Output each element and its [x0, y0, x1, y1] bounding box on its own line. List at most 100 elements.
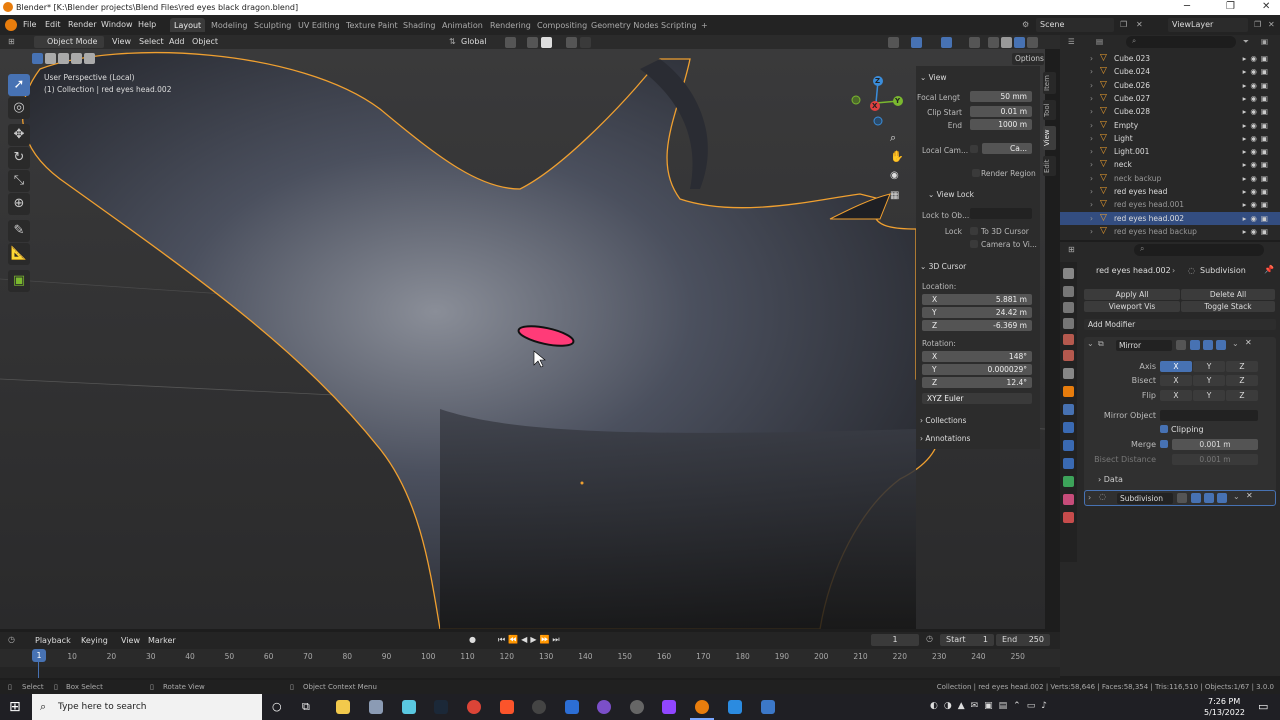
3d-cursor-header[interactable]: ⌄ 3D Cursor	[920, 262, 966, 271]
camera-to-view-checkbox[interactable]	[970, 240, 978, 248]
expand-arrow-icon[interactable]: ›	[1090, 132, 1093, 145]
tab-tool[interactable]: Tool	[1043, 100, 1056, 120]
transform-tool-icon[interactable]: ⊕	[8, 193, 30, 215]
mirror-object-field[interactable]	[1160, 410, 1258, 421]
sub-cage-toggle-icon[interactable]	[1191, 493, 1201, 503]
viewport-vis-button[interactable]: Viewport Vis	[1084, 301, 1180, 312]
expand-arrow-icon[interactable]: ›	[1090, 52, 1093, 65]
scene-properties-icon[interactable]	[1063, 334, 1074, 345]
outliner-row[interactable]: › ▽ Light ▸◉▣	[1060, 132, 1280, 145]
tab-layout[interactable]: Layout	[170, 18, 206, 32]
move-tool-icon[interactable]: ✥	[8, 124, 30, 146]
add-workspace-button[interactable]: +	[697, 18, 712, 32]
add-modifier-dropdown[interactable]: Add Modifier	[1084, 319, 1276, 330]
scale-tool-icon[interactable]: ⤡	[8, 170, 30, 192]
snap-target-icon[interactable]	[541, 37, 552, 48]
lock-3d-cursor-checkbox[interactable]	[970, 227, 978, 235]
filter-icon[interactable]: ⏷	[1243, 37, 1249, 47]
merge-checkbox[interactable]	[1160, 440, 1168, 448]
keying-menu[interactable]: Keying	[81, 636, 108, 645]
tab-animation[interactable]: Animation	[438, 18, 487, 32]
delete-scene-icon[interactable]: ✕	[1136, 20, 1143, 29]
new-scene-icon[interactable]: ❐	[1120, 20, 1127, 29]
data-properties-icon[interactable]	[1063, 476, 1074, 487]
bisect-x-toggle[interactable]: X	[1160, 375, 1192, 386]
outliner-row[interactable]: › ▽ red eyes head ▸◉▣	[1060, 185, 1280, 198]
expand-arrow-icon[interactable]: ›	[1090, 145, 1093, 158]
preview-range-icon[interactable]: ◷	[926, 634, 933, 643]
task-view-icon[interactable]: ⧉	[302, 700, 310, 714]
visibility-toggle-icons[interactable]: ▸◉▣	[1243, 79, 1272, 92]
outliner-row[interactable]: › ▽ Cube.028 ▸◉▣	[1060, 105, 1280, 118]
output-properties-icon[interactable]	[1063, 302, 1074, 313]
toggle-stack-button[interactable]: Toggle Stack	[1181, 301, 1275, 312]
add-cube-tool-icon[interactable]: ▣	[8, 270, 30, 292]
select-invert-icon[interactable]	[71, 53, 82, 64]
tab-uv-editing[interactable]: UV Editing	[294, 18, 344, 32]
axis-z-toggle[interactable]: Z	[1226, 361, 1258, 372]
visibility-toggle-icons[interactable]: ▸◉▣	[1243, 158, 1272, 171]
apply-all-button[interactable]: Apply All	[1084, 289, 1180, 300]
menu-file[interactable]: File	[23, 20, 36, 29]
tab-item[interactable]: Item	[1043, 72, 1056, 94]
outliner-row[interactable]: › ▽ Empty ▸◉▣	[1060, 119, 1280, 132]
clip-end-field[interactable]: 1000 m	[970, 119, 1032, 130]
view-layer-properties-icon[interactable]	[1063, 318, 1074, 329]
marker-menu[interactable]: Marker	[148, 636, 176, 645]
expand-arrow-icon[interactable]: ›	[1090, 105, 1093, 118]
annotations-header[interactable]: › Annotations	[920, 434, 970, 443]
transform-orientation-selector[interactable]: Global	[461, 37, 487, 46]
tool-properties-icon[interactable]	[1063, 268, 1074, 279]
tab-sculpting[interactable]: Sculpting	[250, 18, 295, 32]
cursor-location-x[interactable]: X 5.881 m	[922, 294, 1032, 305]
properties-search-input[interactable]: ⌕	[1134, 244, 1264, 256]
display-mode-icon[interactable]: ▤	[1096, 37, 1103, 46]
flip-z-toggle[interactable]: Z	[1226, 390, 1258, 401]
menu-add[interactable]: Add	[169, 37, 185, 46]
tab-scripting[interactable]: Scripting	[657, 18, 701, 32]
outliner-row[interactable]: › ▽ neck ▸◉▣	[1060, 158, 1280, 171]
pin-icon[interactable]: 📌	[1264, 265, 1274, 274]
bisect-distance-field[interactable]: 0.001 m	[1172, 454, 1258, 465]
tab-modeling[interactable]: Modeling	[207, 18, 251, 32]
cursor-rotation-x[interactable]: X 148°	[922, 351, 1032, 362]
current-frame-field[interactable]: 1	[871, 634, 919, 646]
bisect-y-toggle[interactable]: Y	[1193, 375, 1225, 386]
menu-object[interactable]: Object	[192, 37, 218, 46]
timeline-view-menu[interactable]: View	[121, 636, 140, 645]
visibility-icon[interactable]	[888, 37, 899, 48]
select-subtract-icon[interactable]	[58, 53, 69, 64]
visibility-toggle-icons[interactable]: ▸◉▣	[1243, 119, 1272, 132]
editor-type-icon[interactable]: ⊞	[8, 37, 15, 46]
rotation-mode-dropdown[interactable]: XYZ Euler	[922, 393, 1032, 404]
blender-menu-icon[interactable]	[5, 19, 17, 31]
tab-rendering[interactable]: Rendering	[486, 18, 535, 32]
constraints-properties-icon[interactable]	[1063, 458, 1074, 469]
axis-x-toggle[interactable]: X	[1160, 361, 1192, 372]
physics-properties-icon[interactable]	[1063, 440, 1074, 451]
camera-view-icon[interactable]: ◉	[890, 170, 899, 181]
tab-geometry-nodes[interactable]: Geometry Nodes	[587, 18, 662, 32]
record-icon[interactable]: ●	[469, 635, 476, 644]
modifier-properties-icon[interactable]	[1063, 404, 1074, 415]
expand-arrow-icon[interactable]: ›	[1090, 119, 1093, 132]
app-icon-8[interactable]	[728, 700, 742, 714]
world-properties-icon[interactable]	[1063, 350, 1074, 361]
outliner-editor-icon[interactable]: ☰	[1068, 37, 1075, 46]
tab-view[interactable]: View	[1043, 126, 1056, 150]
view-lock-header[interactable]: ⌄ View Lock	[928, 190, 974, 199]
tab-texture-paint[interactable]: Texture Paint	[342, 18, 402, 32]
taskbar-search-box[interactable]: ⌕ Type here to search	[32, 694, 262, 720]
cursor-rotation-y[interactable]: Y 0.000029°	[922, 364, 1032, 375]
minimize-button[interactable]: ─	[1184, 1, 1190, 12]
wireframe-shading-icon[interactable]	[988, 37, 999, 48]
sub-render-toggle-icon[interactable]	[1217, 493, 1227, 503]
select-intersect-icon[interactable]	[84, 53, 95, 64]
outliner-row[interactable]: › ▽ Light.001 ▸◉▣	[1060, 145, 1280, 158]
object-properties-icon[interactable]	[1063, 386, 1074, 397]
visibility-toggle-icons[interactable]: ▸◉▣	[1243, 105, 1272, 118]
local-camera-field[interactable]: Ca...	[982, 143, 1032, 154]
app-icon-2[interactable]	[402, 700, 416, 714]
expand-arrow-icon[interactable]: ›	[1090, 79, 1093, 92]
select-box-tool-icon[interactable]: ➚	[8, 74, 30, 96]
